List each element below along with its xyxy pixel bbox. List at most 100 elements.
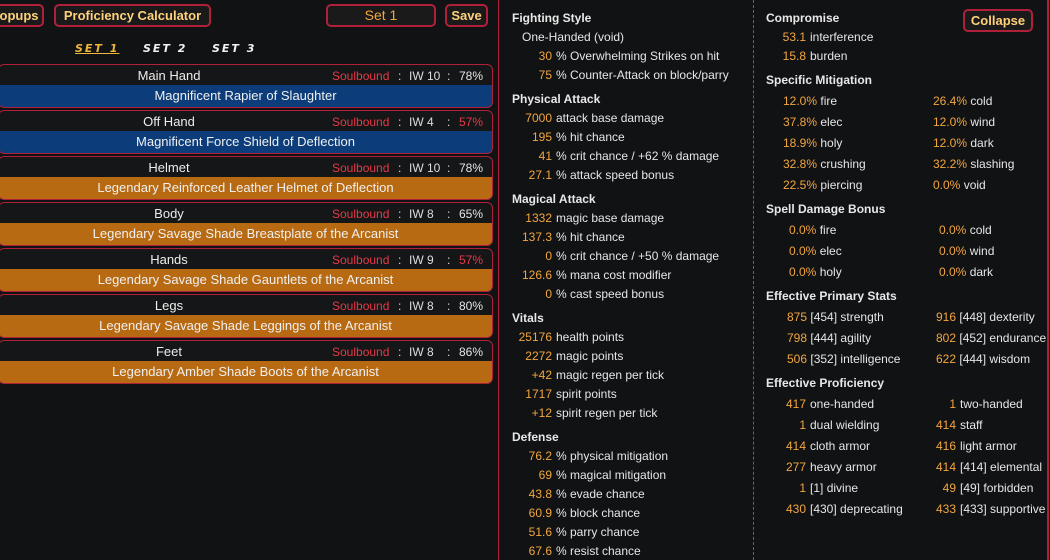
physical-attack-label: % crit chance / +62 % damage bbox=[556, 149, 720, 163]
physical-attack-row: 7000 attack base damage bbox=[525, 111, 665, 128]
vitals-row: 2272 magic points bbox=[525, 349, 623, 366]
vitals-row: 25176 health points bbox=[519, 330, 624, 347]
separator: : bbox=[398, 115, 402, 129]
magical-attack-row: 1332 magic base damage bbox=[525, 211, 665, 228]
spell-damage-label: dark bbox=[969, 265, 994, 279]
mitigation-label: piercing bbox=[820, 178, 863, 192]
vitals-row: +12 spirit regen per tick bbox=[532, 406, 658, 423]
defense-label: % block chance bbox=[556, 506, 641, 520]
primary-stat-value: 916 bbox=[936, 310, 957, 324]
proficiency-label: deprecating bbox=[840, 502, 903, 516]
slot-header: Feet Soulbound: IW 8:86% bbox=[0, 340, 493, 361]
item-world-level: IW 9 bbox=[409, 253, 434, 267]
vitals-value: +12 bbox=[531, 406, 552, 420]
equipped-item-name[interactable]: Magnificent Force Shield of Deflection bbox=[0, 131, 493, 154]
slot-name: Body bbox=[154, 206, 184, 221]
mitigation-label: holy bbox=[820, 136, 843, 150]
proficiency-row: 417 one-handed bbox=[786, 397, 874, 414]
soulbound-label: Soulbound bbox=[332, 69, 390, 83]
physical-attack-row: 27.1 % attack speed bonus bbox=[529, 168, 674, 185]
fighting-style-label: % Counter-Attack on block/parry bbox=[556, 68, 729, 82]
spell-damage-value: 0.0% bbox=[939, 223, 967, 237]
mitigation-value: 32.2% bbox=[933, 157, 968, 171]
magical-attack-label: % crit chance / +50 % damage bbox=[556, 249, 720, 263]
defense-label: % magical mitigation bbox=[556, 468, 667, 482]
proficiency-row: 414 staff bbox=[936, 418, 983, 435]
mitigation-label: fire bbox=[820, 94, 838, 108]
primary-stat-base: [352] bbox=[810, 352, 838, 366]
magical-attack-label: % mana cost modifier bbox=[556, 268, 672, 282]
mitigation-value: 32.8% bbox=[783, 157, 818, 171]
proficiency-calculator-button[interactable]: Proficiency Calculator bbox=[54, 4, 211, 27]
tab-set-2[interactable]: SET 2 bbox=[143, 42, 187, 55]
defense-label: % resist chance bbox=[556, 544, 641, 558]
potency-percent: 86% bbox=[459, 345, 484, 359]
proficiency-value: 414 bbox=[935, 418, 956, 432]
equipment-slot[interactable]: Feet Soulbound: IW 8:86% Legendary Amber Sh… bbox=[0, 340, 495, 384]
separator: : bbox=[398, 253, 402, 267]
mitigation-value: 18.9% bbox=[783, 136, 818, 150]
mitigation-value: 26.4% bbox=[933, 94, 968, 108]
popups-button[interactable]: opups bbox=[0, 4, 44, 27]
equipment-slot[interactable]: Main Hand Soulbound: IW 10:78% Magnificent … bbox=[0, 64, 495, 108]
magical-attack-label: magic base damage bbox=[556, 211, 665, 225]
defense-label: % parry chance bbox=[556, 525, 640, 539]
equipment-slot[interactable]: Hands Soulbound: IW 9:57% Legendary Savage … bbox=[0, 248, 495, 292]
vitals-value: 2272 bbox=[525, 349, 552, 363]
fighting-style-value: 75 bbox=[538, 68, 552, 82]
defense-label: % physical mitigation bbox=[556, 449, 669, 463]
item-world-level: IW 10 bbox=[409, 161, 441, 175]
proficiency-label: staff bbox=[960, 418, 983, 432]
vitals-heading: Vitals bbox=[512, 311, 544, 325]
defense-value: 69 bbox=[538, 468, 552, 482]
slot-name: Hands bbox=[150, 252, 188, 267]
potency-percent: 57% bbox=[459, 115, 484, 129]
tab-set-1[interactable]: SET 1 bbox=[75, 42, 119, 55]
slot-header: Hands Soulbound: IW 9:57% bbox=[0, 248, 493, 269]
mitigation-row: 18.9% holy bbox=[783, 136, 842, 150]
equipment-slot[interactable]: Off Hand Soulbound: IW 4:57% Magnificent Fo… bbox=[0, 110, 495, 154]
save-button[interactable]: Save bbox=[445, 4, 488, 27]
proficiency-label: dual wielding bbox=[810, 418, 880, 432]
equipped-item-name[interactable]: Legendary Amber Shade Boots of the Arcan… bbox=[0, 361, 493, 384]
proficiency-row: 277 heavy armor bbox=[786, 460, 877, 477]
primary-stat-label: endurance bbox=[989, 331, 1047, 345]
slot-header: Legs Soulbound: IW 8:80% bbox=[0, 294, 493, 315]
mitigation-row: 32.2% slashing bbox=[933, 157, 1014, 171]
primary-stat-row: 916 [448] dexterity bbox=[936, 310, 1035, 324]
proficiency-label: divine bbox=[826, 481, 859, 495]
mitigation-row: 26.4% cold bbox=[933, 94, 992, 108]
soulbound-label: Soulbound bbox=[332, 161, 390, 175]
separator: : bbox=[447, 253, 451, 267]
primary-stat-base: [444] bbox=[810, 331, 838, 345]
equipped-item-name[interactable]: Legendary Savage Shade Leggings of the A… bbox=[0, 315, 493, 338]
proficiency-row: 1 dual wielding bbox=[799, 418, 880, 435]
tab-set-3[interactable]: SET 3 bbox=[212, 42, 256, 55]
set-name-input[interactable]: Set 1 bbox=[326, 4, 436, 27]
mitigation-label: void bbox=[963, 178, 986, 192]
mitigation-value: 12.0% bbox=[783, 94, 818, 108]
equipped-item-name[interactable]: Magnificent Rapier of Slaughter bbox=[0, 85, 493, 108]
equipment-slot[interactable]: Helmet Soulbound: IW 10:78% Legendary Reinf… bbox=[0, 156, 495, 200]
equipment-slot[interactable]: Body Soulbound: IW 8:65% Legendary Savage S… bbox=[0, 202, 495, 246]
potency-percent: 78% bbox=[459, 161, 484, 175]
equipped-item-name[interactable]: Legendary Savage Shade Breastplate of th… bbox=[0, 223, 493, 246]
slot-name: Off Hand bbox=[143, 114, 195, 129]
vitals-row: +42 magic regen per tick bbox=[532, 368, 664, 385]
proficiency-value: 417 bbox=[785, 397, 806, 411]
proficiency-value: 49 bbox=[942, 481, 956, 495]
physical-attack-label: attack base damage bbox=[556, 111, 665, 125]
magical-attack-row: 137.3 % hit chance bbox=[522, 230, 625, 247]
slot-header: Body Soulbound: IW 8:65% bbox=[0, 202, 493, 223]
fighting-style-value: One-Handed (void) bbox=[522, 30, 625, 44]
equipment-slot[interactable]: Legs Soulbound: IW 8:80% Legendary Savage S… bbox=[0, 294, 495, 338]
soulbound-label: Soulbound bbox=[332, 207, 390, 221]
proficiency-value: 1 bbox=[799, 418, 806, 432]
equipped-item-name[interactable]: Legendary Savage Shade Gauntlets of the … bbox=[0, 269, 493, 292]
defense-value: 76.2 bbox=[528, 449, 552, 463]
proficiency-value: 416 bbox=[935, 439, 956, 453]
collapse-button[interactable]: Collapse bbox=[963, 9, 1033, 32]
defense-value: 67.6 bbox=[528, 544, 552, 558]
physical-attack-value: 27.1 bbox=[528, 168, 552, 182]
equipped-item-name[interactable]: Legendary Reinforced Leather Helmet of D… bbox=[0, 177, 493, 200]
